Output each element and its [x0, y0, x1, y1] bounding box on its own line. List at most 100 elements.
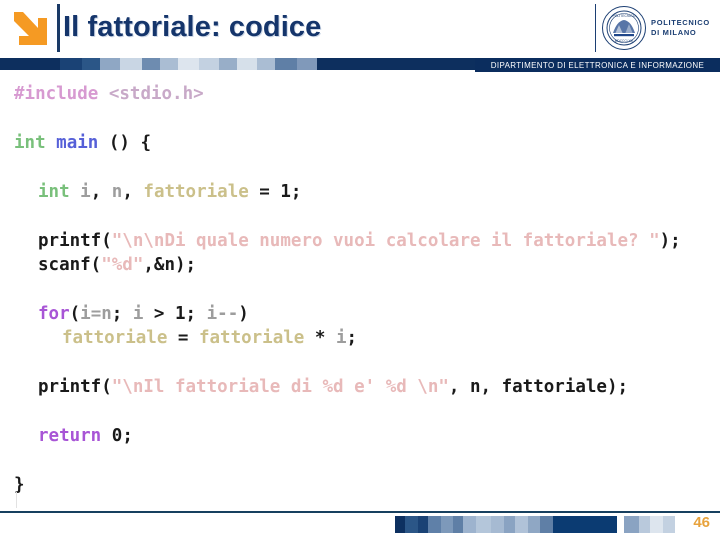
- code-token: (: [69, 304, 81, 324]
- code-token: "\n\nDi quale numero vuoi calcolare il f…: [111, 231, 660, 251]
- code-token: i: [80, 182, 91, 202]
- band-segment: [427, 516, 442, 533]
- code-token: return: [38, 426, 102, 446]
- band-segment: [404, 516, 419, 533]
- code-token: 1: [175, 304, 186, 324]
- band-segment: [539, 516, 554, 533]
- code-token: "\nIl fattoriale di %d e' %d \n": [111, 377, 449, 397]
- band-segment: [275, 58, 298, 70]
- logo-wordmark: POLITECNICO DI MILANO: [651, 18, 710, 38]
- band-segment: [503, 516, 516, 533]
- code-token: ;: [346, 328, 358, 348]
- code-token: for: [38, 304, 70, 324]
- band-segment: [638, 516, 651, 533]
- code-token: ): [238, 304, 249, 324]
- code-token: *: [304, 328, 336, 348]
- band-segment: [617, 516, 624, 533]
- decorative-tick: [16, 492, 17, 508]
- logo-line-2: DI MILANO: [651, 28, 697, 37]
- code-line: #include <stdio.h>: [14, 82, 204, 107]
- band-segment: [441, 516, 453, 533]
- code-token: i--: [206, 304, 239, 324]
- code-token: printf(: [38, 231, 112, 251]
- code-token: 0: [111, 426, 123, 446]
- band-segment: [219, 58, 238, 70]
- band-segment: [395, 516, 405, 533]
- code-line: int i, n, fattoriale = 1;: [38, 180, 301, 205]
- band-segment: [257, 58, 276, 70]
- code-token: fattoriale: [62, 328, 168, 348]
- code-token: ,: [90, 182, 112, 202]
- slide-header: Il fattoriale: codice POLITECNICO MDCCCL…: [0, 0, 720, 56]
- slide: Il fattoriale: codice POLITECNICO MDCCCL…: [0, 0, 720, 540]
- code-token: int: [14, 133, 46, 153]
- band-segment: [490, 516, 504, 533]
- code-line: scanf("%d",&n);: [38, 253, 196, 278]
- svg-text:MDCCCLXIII: MDCCCLXIII: [615, 39, 634, 43]
- code-line: for(i=n; i > 1; i--): [38, 302, 249, 327]
- code-token: ;: [185, 304, 207, 324]
- code-listing: #include <stdio.h> int main () {int i, n,…: [0, 76, 720, 500]
- band-segment: [159, 58, 178, 70]
- footer-color-band: [395, 516, 675, 533]
- band-segment: [59, 58, 82, 70]
- code-token: );: [659, 231, 681, 251]
- code-token: i: [132, 304, 144, 324]
- band-segment: [141, 58, 160, 70]
- band-segment: [81, 58, 100, 70]
- code-token: ;: [122, 426, 133, 446]
- code-line: fattoriale = fattoriale * i;: [62, 326, 357, 351]
- code-token: =: [248, 182, 281, 202]
- politecnico-seal-icon: POLITECNICO MDCCCLXIII: [602, 6, 646, 50]
- code-token: n: [111, 182, 123, 202]
- code-line: printf("\n\nDi quale numero vuoi calcola…: [38, 229, 681, 254]
- band-segment: [99, 58, 120, 70]
- band-segment: [553, 516, 618, 533]
- footer-rule: [0, 511, 720, 513]
- page-title: Il fattoriale: codice: [63, 11, 322, 43]
- code-token: #include: [14, 84, 99, 104]
- code-token: printf(: [38, 377, 112, 397]
- code-token: ,: [122, 182, 144, 202]
- band-segment: [650, 516, 664, 533]
- band-segment: [462, 516, 476, 533]
- department-bar: DIPARTIMENTO DI ELETTRONICA E INFORMAZIO…: [475, 58, 720, 72]
- code-token: );: [606, 377, 629, 397]
- page-number: 46: [693, 514, 710, 531]
- code-token: ;: [290, 182, 302, 202]
- code-token: =: [167, 328, 199, 348]
- band-segment: [475, 516, 491, 533]
- code-token: fattoriale: [198, 328, 305, 348]
- code-token: 1: [280, 182, 291, 202]
- code-token: main: [56, 133, 99, 153]
- code-token: fattoriale: [501, 377, 607, 397]
- code-token: fattoriale: [143, 182, 249, 202]
- band-segment: [623, 516, 639, 533]
- code-token: , n,: [448, 377, 502, 397]
- code-token: <stdio.h>: [108, 84, 204, 104]
- band-segment: [515, 516, 529, 533]
- band-segment: [199, 58, 220, 70]
- code-line: int main () {: [14, 131, 151, 156]
- code-token: scanf(: [38, 255, 102, 275]
- band-segment: [177, 58, 200, 70]
- code-token: ,&n);: [143, 255, 197, 275]
- band-segment: [528, 516, 540, 533]
- band-segment: [0, 58, 60, 70]
- code-token: int: [38, 182, 70, 202]
- code-token: i=n: [80, 304, 112, 324]
- title-divider: [57, 4, 60, 52]
- band-segment: [297, 58, 318, 70]
- band-segment: [119, 58, 142, 70]
- code-token: "%d": [101, 255, 144, 275]
- code-line: printf("\nIl fattoriale di %d e' %d \n",…: [38, 375, 628, 400]
- institution-logo: POLITECNICO MDCCCLXIII POLITECNICO DI MI…: [595, 2, 712, 54]
- code-line: return 0;: [38, 424, 133, 449]
- svg-text:POLITECNICO: POLITECNICO: [613, 14, 636, 18]
- logo-line-1: POLITECNICO: [651, 18, 710, 27]
- code-token: >: [143, 304, 175, 324]
